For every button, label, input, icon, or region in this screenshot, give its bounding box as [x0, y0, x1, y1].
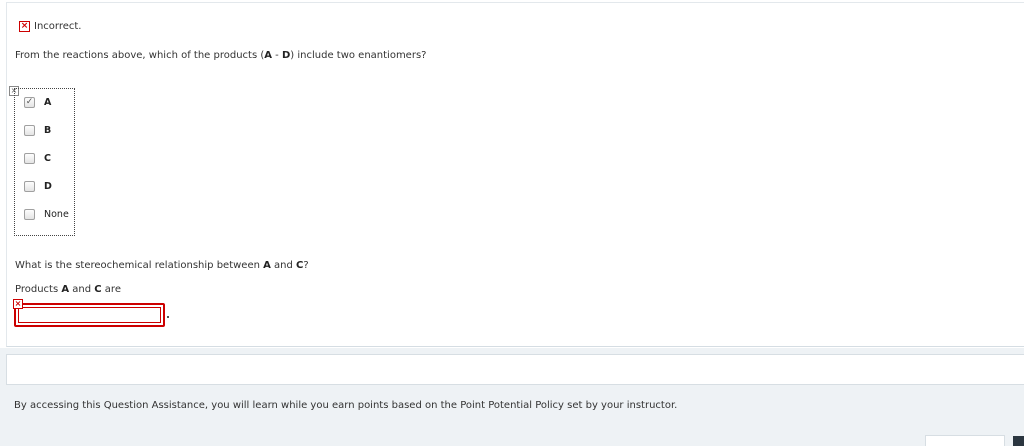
choice-c-label: C — [44, 153, 51, 164]
choice-b-label: B — [44, 125, 52, 136]
choice-none-label: None — [44, 209, 69, 220]
question-1-text: From the reactions above, which of the p… — [15, 50, 427, 61]
corner-tab[interactable] — [925, 435, 1005, 446]
answer-choices-group: ✓ A B C D None — [14, 88, 75, 236]
checkbox-c[interactable] — [24, 153, 35, 164]
choice-d-label: D — [44, 181, 52, 192]
checkbox-d[interactable] — [24, 181, 35, 192]
incorrect-x-icon: × — [19, 21, 30, 32]
question-2-text: What is the stereochemical relationship … — [15, 260, 309, 271]
answer-incorrect-x-icon: × — [13, 299, 23, 309]
answer-prefix-text: Products A and C are — [15, 284, 121, 295]
checkbox-a[interactable]: ✓ — [24, 97, 35, 108]
feedback-status: Incorrect. — [34, 21, 82, 32]
assistance-header-row — [6, 354, 1024, 385]
assistance-text: By accessing this Question Assistance, y… — [14, 400, 678, 411]
choice-a-label: A — [44, 97, 52, 108]
assistance-panel: By accessing this Question Assistance, y… — [0, 348, 1024, 446]
checkbox-b[interactable] — [24, 125, 35, 136]
answer-input[interactable] — [14, 303, 165, 327]
corner-mark-icon — [1013, 436, 1024, 446]
checkbox-none[interactable] — [24, 209, 35, 220]
cursor-dot — [167, 316, 169, 318]
answer-input-inner[interactable] — [18, 307, 161, 323]
